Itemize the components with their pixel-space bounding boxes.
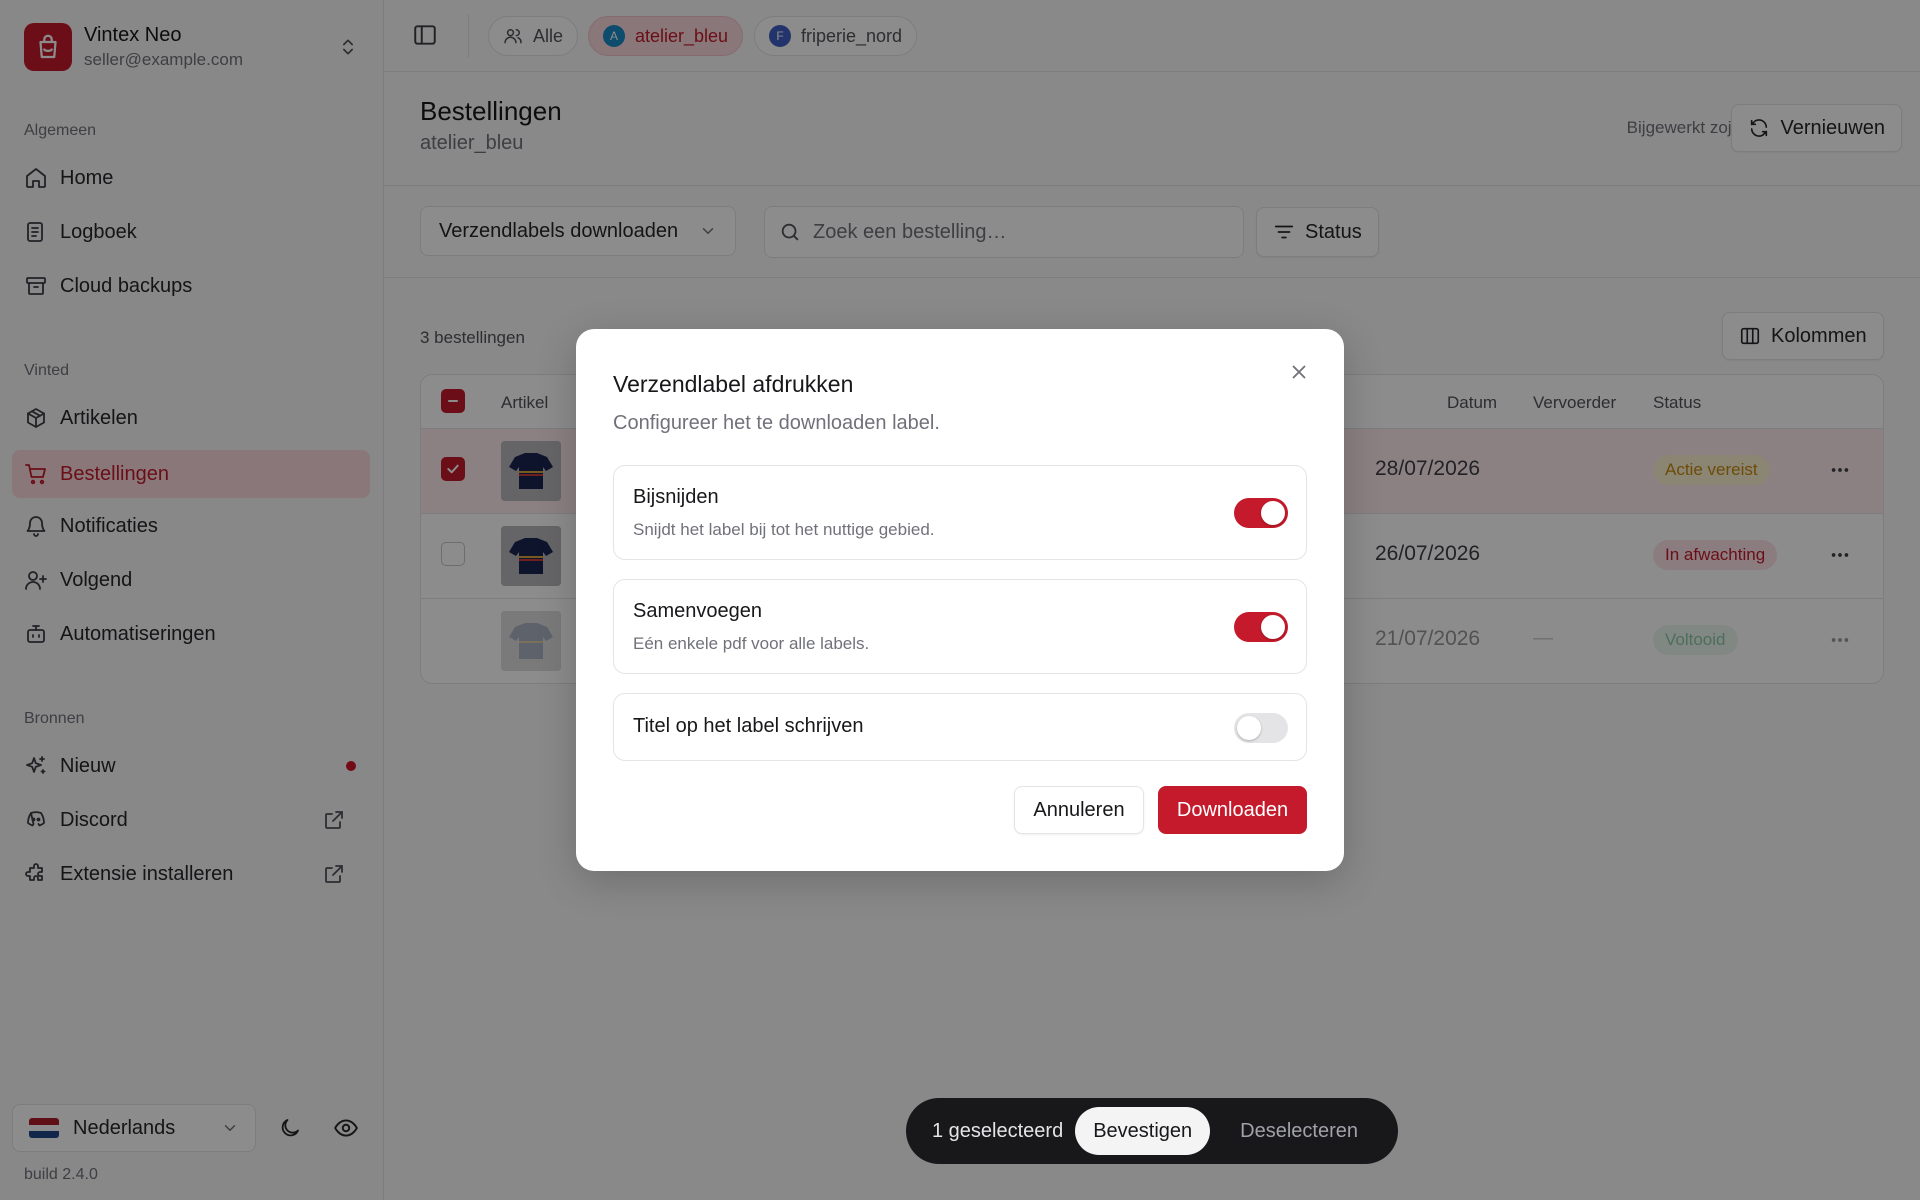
dialog-title: Verzendlabel afdrukken — [613, 371, 854, 397]
option-merge: Samenvoegen Eén enkele pdf voor alle lab… — [613, 579, 1307, 674]
option-description: Eén enkele pdf voor alle labels. — [633, 634, 870, 653]
toggle-knob — [1261, 615, 1285, 639]
selection-bar: 1 geselecteerd Bevestigen Deselecteren — [906, 1098, 1398, 1164]
shipping-label-dialog: Verzendlabel afdrukken Configureer het t… — [576, 329, 1344, 871]
option-description: Snijdt het label bij tot het nuttige geb… — [633, 520, 935, 539]
title-on-label-toggle[interactable] — [1234, 713, 1288, 743]
confirm-selection-button[interactable]: Bevestigen — [1075, 1107, 1211, 1155]
toggle-knob — [1261, 501, 1285, 525]
option-crop: Bijsnijden Snijdt het label bij tot het … — [613, 465, 1307, 560]
merge-toggle[interactable] — [1234, 612, 1288, 642]
dialog-description: Configureer het te downloaden label. — [613, 412, 940, 434]
toggle-knob — [1237, 716, 1261, 740]
cancel-button[interactable]: Annuleren — [1014, 786, 1144, 834]
deselect-button[interactable]: Deselecteren — [1226, 1120, 1372, 1143]
crop-toggle[interactable] — [1234, 498, 1288, 528]
close-dialog-button[interactable] — [1288, 361, 1314, 387]
option-title: Samenvoegen — [633, 600, 762, 622]
option-title: Titel op het label schrijven — [633, 715, 864, 737]
option-title-on-label: Titel op het label schrijven — [613, 693, 1307, 761]
selection-count: 1 geselecteerd — [932, 1119, 1064, 1142]
download-button[interactable]: Downloaden — [1158, 786, 1307, 834]
close-icon — [1288, 361, 1310, 383]
option-title: Bijsnijden — [633, 486, 719, 508]
